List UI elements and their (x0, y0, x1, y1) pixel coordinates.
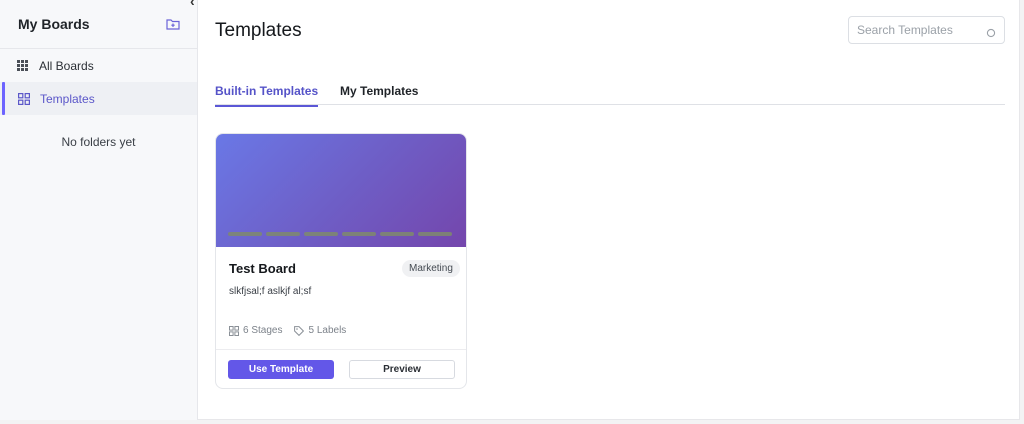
grid-dots-icon (16, 60, 28, 72)
template-card[interactable]: Test Board Marketing slkfjsal;f aslkjf a… (215, 133, 467, 389)
templates-icon (18, 92, 30, 105)
card-title: Test Board (229, 261, 296, 276)
tab-built-in-templates[interactable]: Built-in Templates (215, 84, 319, 107)
card-meta: 6 Stages 5 Labels (229, 325, 358, 336)
tab-my-templates[interactable]: My Templates (340, 84, 418, 105)
sidebar-item-all-boards[interactable]: All Boards (0, 49, 197, 82)
category-badge: Marketing (402, 260, 460, 277)
sidebar-header: My Boards (0, 0, 197, 49)
template-tabs: Built-in Templates My Templates (215, 80, 1005, 107)
card-banner (216, 134, 466, 247)
labels-count: 5 Labels (294, 325, 346, 336)
app-window: My Boards All Boards Templates No folder… (0, 0, 1020, 420)
new-folder-icon[interactable] (165, 17, 181, 31)
preview-button[interactable]: Preview (349, 360, 455, 379)
sidebar-item-templates[interactable]: Templates (0, 82, 197, 115)
collapse-sidebar-icon[interactable]: ‹ (190, 0, 204, 8)
tag-icon (294, 325, 305, 336)
search-box[interactable] (848, 16, 1005, 44)
sidebar-item-label: Templates (40, 91, 95, 106)
search-icon (986, 25, 996, 38)
page-title: Templates (215, 20, 302, 41)
banner-stages-preview (228, 232, 452, 236)
stages-label: 6 Stages (243, 325, 283, 336)
stages-count: 6 Stages (229, 325, 282, 336)
card-divider (216, 349, 466, 350)
sidebar: My Boards All Boards Templates No folder… (0, 0, 198, 420)
sidebar-title: My Boards (18, 16, 90, 32)
search-input[interactable] (857, 23, 977, 37)
use-template-button[interactable]: Use Template (228, 360, 334, 379)
card-description: slkfjsal;f aslkjf al;sf (229, 286, 312, 297)
labels-label: 5 Labels (308, 325, 347, 336)
stages-icon (229, 325, 239, 336)
sidebar-item-label: All Boards (39, 58, 94, 73)
empty-folders-text: No folders yet (61, 135, 136, 149)
